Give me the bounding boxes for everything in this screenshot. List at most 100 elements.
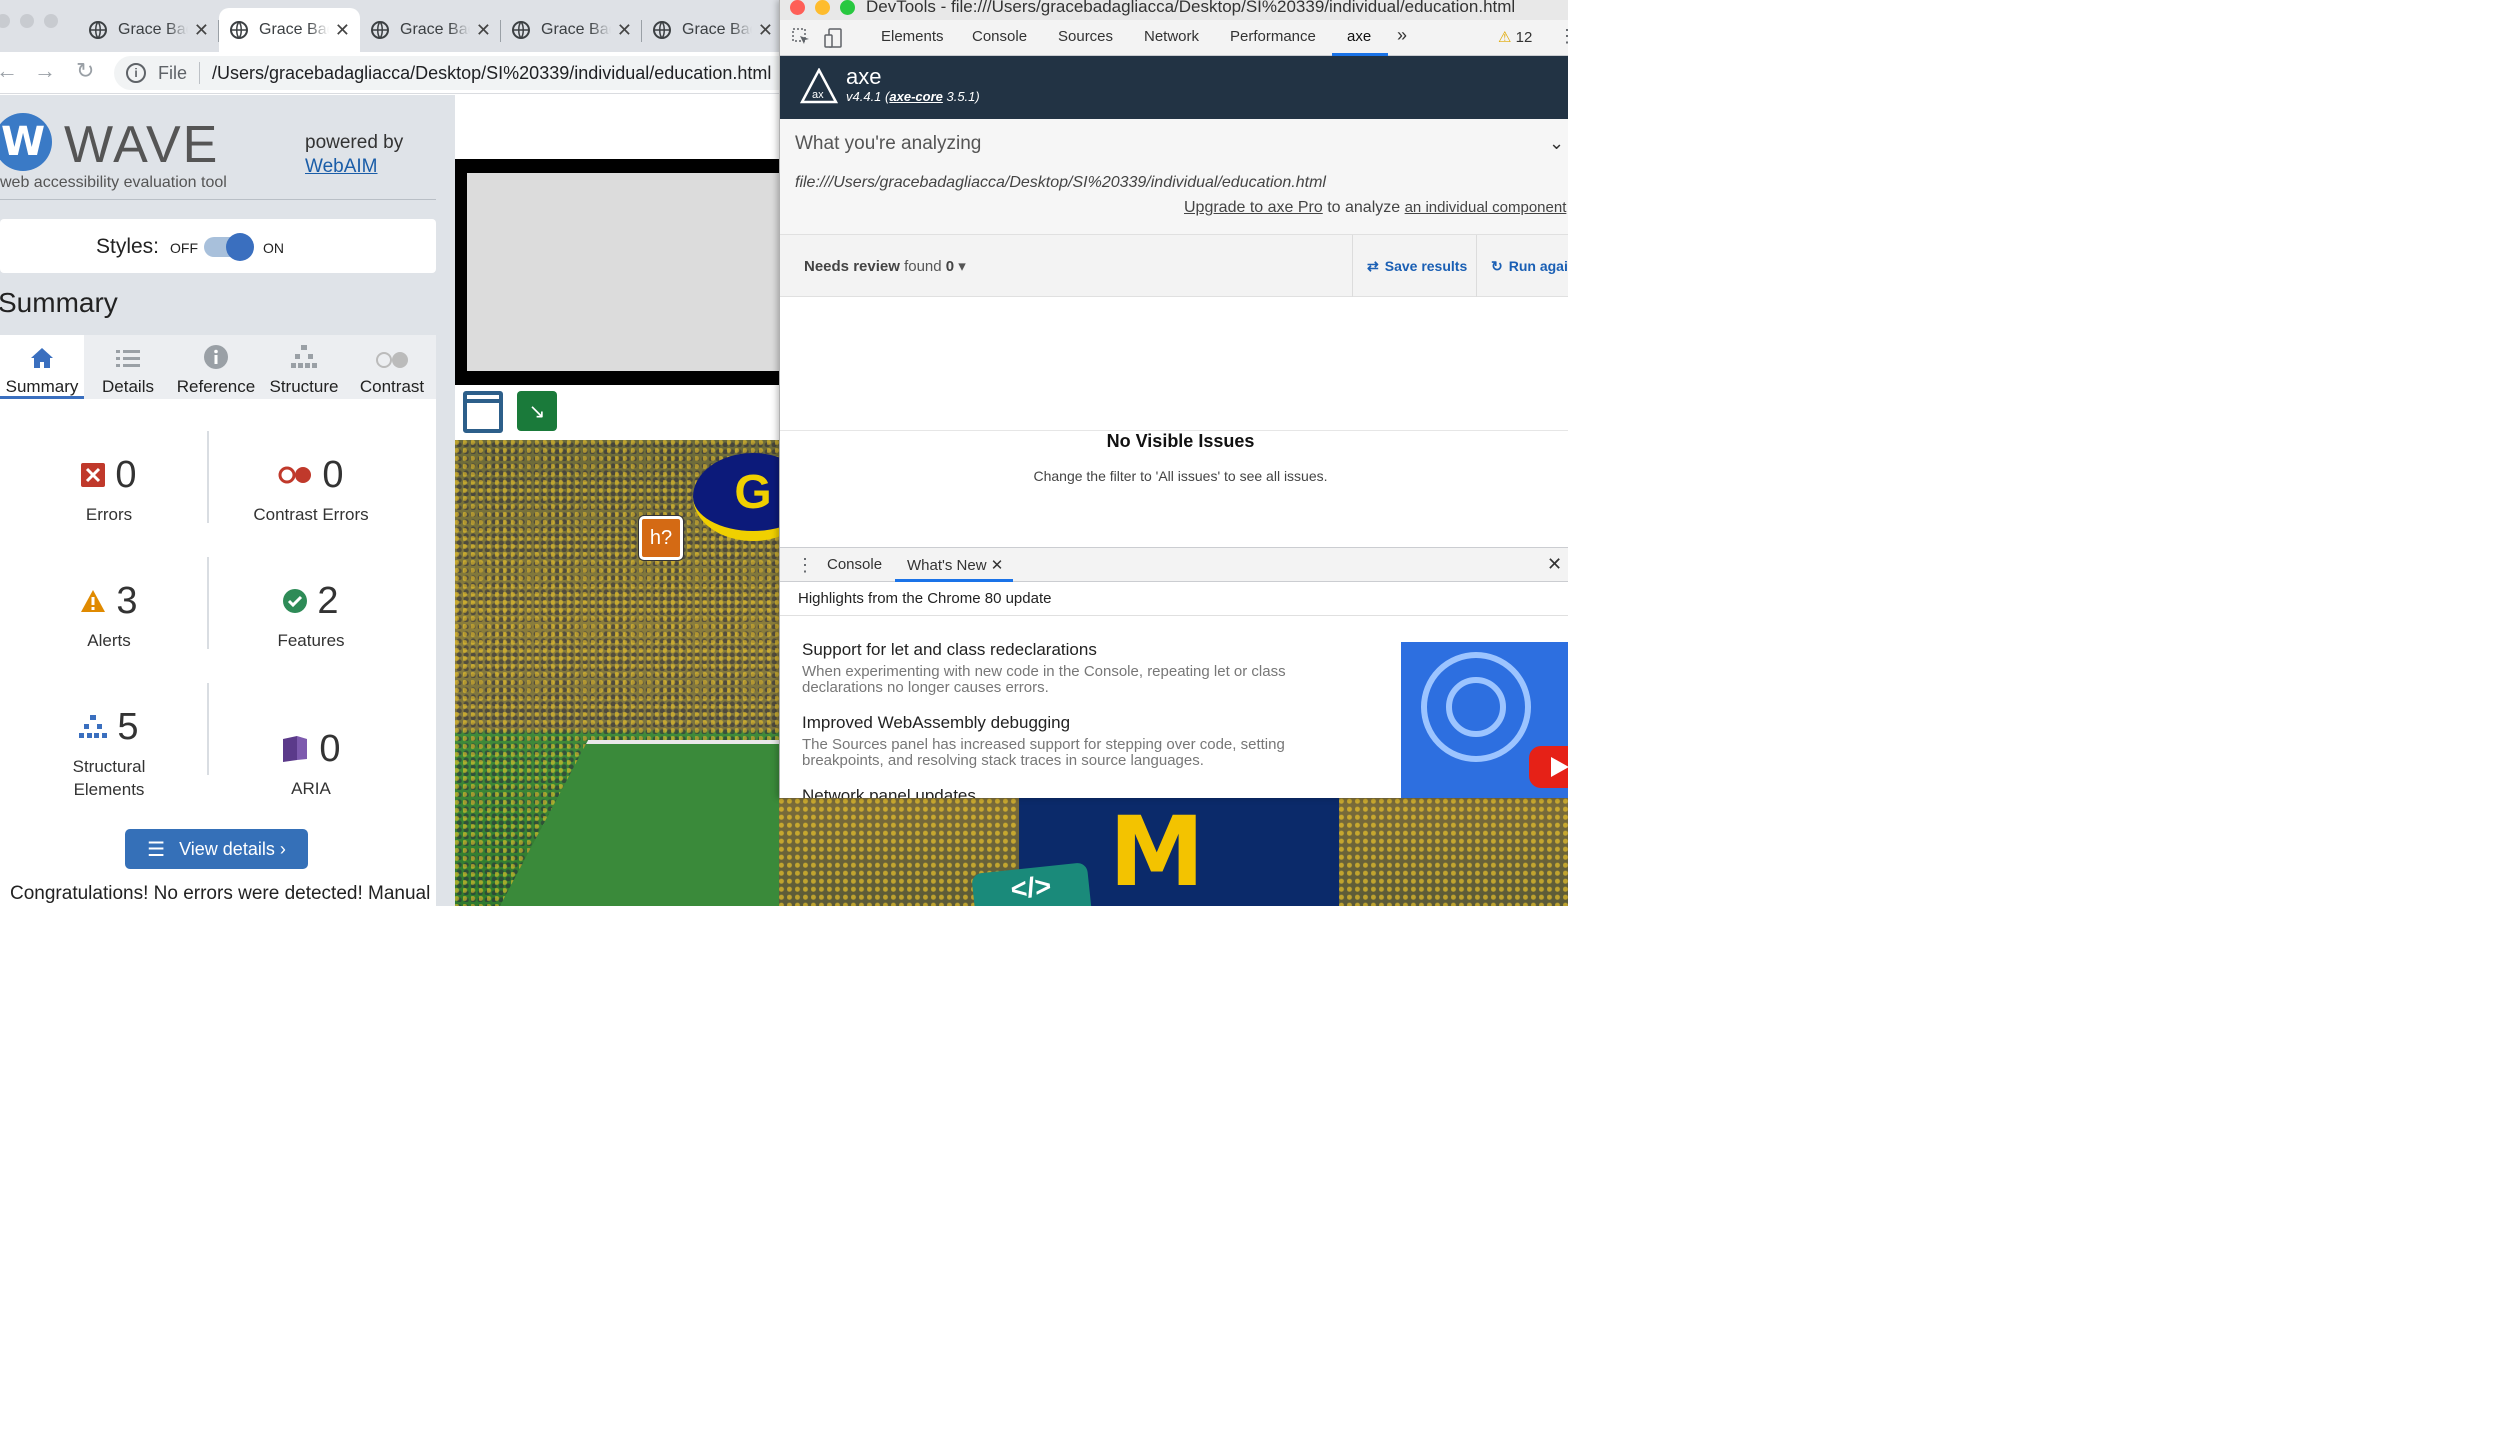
- analyzing-heading[interactable]: What you're analyzing: [795, 133, 981, 155]
- error-icon: [81, 463, 106, 487]
- tab-summary[interactable]: Summary: [0, 335, 84, 399]
- webaim-link[interactable]: WebAIM: [305, 156, 378, 177]
- list-icon: [88, 335, 168, 369]
- tab-label: Contrast: [359, 377, 425, 396]
- close-drawer-icon[interactable]: ✕: [1547, 554, 1562, 575]
- window-minimize-dimmed[interactable]: [20, 14, 34, 28]
- browser-tab[interactable]: Grace Badagliacca ✕: [78, 8, 219, 52]
- chevron-down-icon[interactable]: ⌄: [1549, 133, 1564, 154]
- inspect-element-icon[interactable]: [792, 28, 810, 51]
- back-arrow-icon[interactable]: ←: [0, 58, 18, 84]
- news-item[interactable]: Network panel updates: [802, 786, 1362, 798]
- close-tab-icon[interactable]: ✕: [335, 20, 350, 41]
- summary-heading: Summary: [0, 287, 118, 318]
- drawer-menu-icon[interactable]: ⋮: [796, 555, 814, 576]
- close-icon[interactable]: ✕: [991, 557, 1004, 574]
- close-tab-icon[interactable]: ✕: [476, 20, 491, 41]
- wave-sidebar: W WAVE web accessibility evaluation tool…: [0, 95, 455, 906]
- globe-icon: [371, 21, 389, 39]
- features-stat[interactable]: 2 Features: [211, 579, 411, 652]
- zoom-window-button[interactable]: [840, 0, 855, 15]
- window-zoom-dimmed[interactable]: [44, 14, 58, 28]
- svg-text:ax: ax: [812, 89, 824, 101]
- close-tab-icon[interactable]: ✕: [194, 20, 209, 41]
- tab-contrast[interactable]: Contrast: [350, 335, 434, 399]
- filter-dropdown[interactable]: Needs review found 0 ▾: [804, 257, 966, 275]
- styles-toggle[interactable]: [204, 233, 254, 261]
- run-again-button[interactable]: ↻ Run again: [1476, 235, 1568, 297]
- browser-tab-active[interactable]: Grace Badagliacca ✕: [219, 8, 360, 52]
- minimize-window-button[interactable]: [815, 0, 830, 15]
- tab-performance[interactable]: Performance: [1230, 28, 1316, 45]
- drawer-tab-whats-new[interactable]: What's New ✕: [907, 556, 1003, 574]
- code-badge-icon[interactable]: </>: [971, 862, 1093, 906]
- football-field: [481, 740, 785, 906]
- congrats-message: Congratulations! No errors were detected…: [10, 883, 431, 904]
- warnings-badge[interactable]: ⚠ 12: [1498, 28, 1532, 46]
- errors-stat[interactable]: 0 Errors: [9, 453, 209, 526]
- upgrade-link[interactable]: Upgrade to axe Pro: [1184, 199, 1323, 216]
- tab-sources[interactable]: Sources: [1058, 28, 1113, 45]
- url-text[interactable]: /Users/gracebadagliacca/Desktop/SI%20339…: [212, 63, 771, 84]
- news-item[interactable]: Support for let and class redeclarations…: [802, 640, 1362, 696]
- address-bar[interactable]: i File /Users/gracebadagliacca/Desktop/S…: [114, 56, 794, 90]
- view-details-button[interactable]: ☰ View details ›: [125, 829, 308, 869]
- globe-icon: [230, 21, 248, 39]
- found-count: 0: [945, 258, 955, 275]
- device-toggle-icon[interactable]: [824, 28, 844, 53]
- close-tab-icon[interactable]: ✕: [758, 20, 773, 41]
- close-tab-icon[interactable]: ✕: [617, 20, 632, 41]
- forward-arrow-icon[interactable]: →: [34, 58, 56, 84]
- save-results-button[interactable]: ⇄ Save results: [1352, 235, 1476, 297]
- chrome-80-artwork[interactable]: [1401, 642, 1568, 798]
- alerts-stat[interactable]: 3 Alerts: [9, 579, 209, 652]
- browser-tab[interactable]: Grace Badagliacca ✕: [642, 8, 783, 52]
- tab-title: Grace Badagliacca: [259, 21, 329, 38]
- close-window-button[interactable]: [790, 0, 805, 15]
- more-tabs-icon[interactable]: »: [1397, 25, 1407, 46]
- reload-icon[interactable]: ↻: [76, 58, 94, 84]
- drawer-tab-console[interactable]: Console: [827, 556, 882, 573]
- styles-label: Styles:: [96, 235, 160, 258]
- upgrade-line: Upgrade to axe Pro to analyze an individ…: [1184, 199, 1567, 216]
- block-m-logo: M: [1109, 798, 1205, 906]
- media-frame: [455, 159, 785, 385]
- browser-tab[interactable]: Grace Badagliacca ✕: [501, 8, 642, 52]
- contrast-errors-stat[interactable]: 0 Contrast Errors: [211, 453, 411, 526]
- window-close-dimmed[interactable]: [0, 14, 10, 28]
- tab-structure[interactable]: Structure: [262, 335, 346, 399]
- tab-title: Grace Badagliacca: [118, 21, 188, 38]
- news-body: The Sources panel has increased support …: [802, 736, 1285, 769]
- browser-tab[interactable]: Grace Badagliacca ✕: [360, 8, 501, 52]
- wave-tabs: Summary Details Reference Structure Cont…: [0, 335, 436, 399]
- highlights-heading: Highlights from the Chrome 80 update: [780, 582, 1568, 616]
- axe-core-link[interactable]: axe-core: [889, 89, 942, 104]
- news-item[interactable]: Improved WebAssembly debugging The Sourc…: [802, 713, 1362, 769]
- wave-logo-icon: W: [0, 113, 52, 171]
- youtube-play-icon[interactable]: [1529, 746, 1568, 788]
- structural-stat[interactable]: 5 Structural Elements: [9, 705, 209, 801]
- styles-off-label: OFF: [170, 240, 198, 256]
- news-title: Network panel updates: [802, 786, 976, 798]
- axe-logo-icon: ax: [800, 68, 838, 104]
- powered-by-label: powered by: [305, 132, 404, 153]
- excel-icon[interactable]: ↘: [517, 391, 557, 431]
- tab-reference[interactable]: Reference: [172, 335, 260, 399]
- analyzing-url: file:///Users/gracebadagliacca/Desktop/S…: [795, 174, 1326, 191]
- aria-stat[interactable]: 0 ARIA: [211, 727, 411, 800]
- info-icon[interactable]: i: [126, 63, 146, 83]
- devtools-drawer: ⋮ Console What's New ✕ ✕ Highlights from…: [780, 547, 1568, 798]
- kebab-menu-icon[interactable]: ⋮: [1558, 26, 1568, 47]
- tab-network[interactable]: Network: [1144, 28, 1199, 45]
- document-icon[interactable]: [463, 391, 503, 433]
- component-link[interactable]: an individual component: [1405, 199, 1567, 216]
- tab-axe[interactable]: axe: [1347, 28, 1371, 45]
- toggle-knob[interactable]: [226, 233, 254, 261]
- heading-marker-icon[interactable]: h?: [639, 516, 683, 560]
- divider: [0, 199, 436, 200]
- errors-label: Errors: [85, 505, 133, 524]
- aria-icon: [283, 736, 308, 762]
- tab-elements[interactable]: Elements: [881, 28, 944, 45]
- tab-console[interactable]: Console: [972, 28, 1027, 45]
- tab-details[interactable]: Details: [88, 335, 168, 399]
